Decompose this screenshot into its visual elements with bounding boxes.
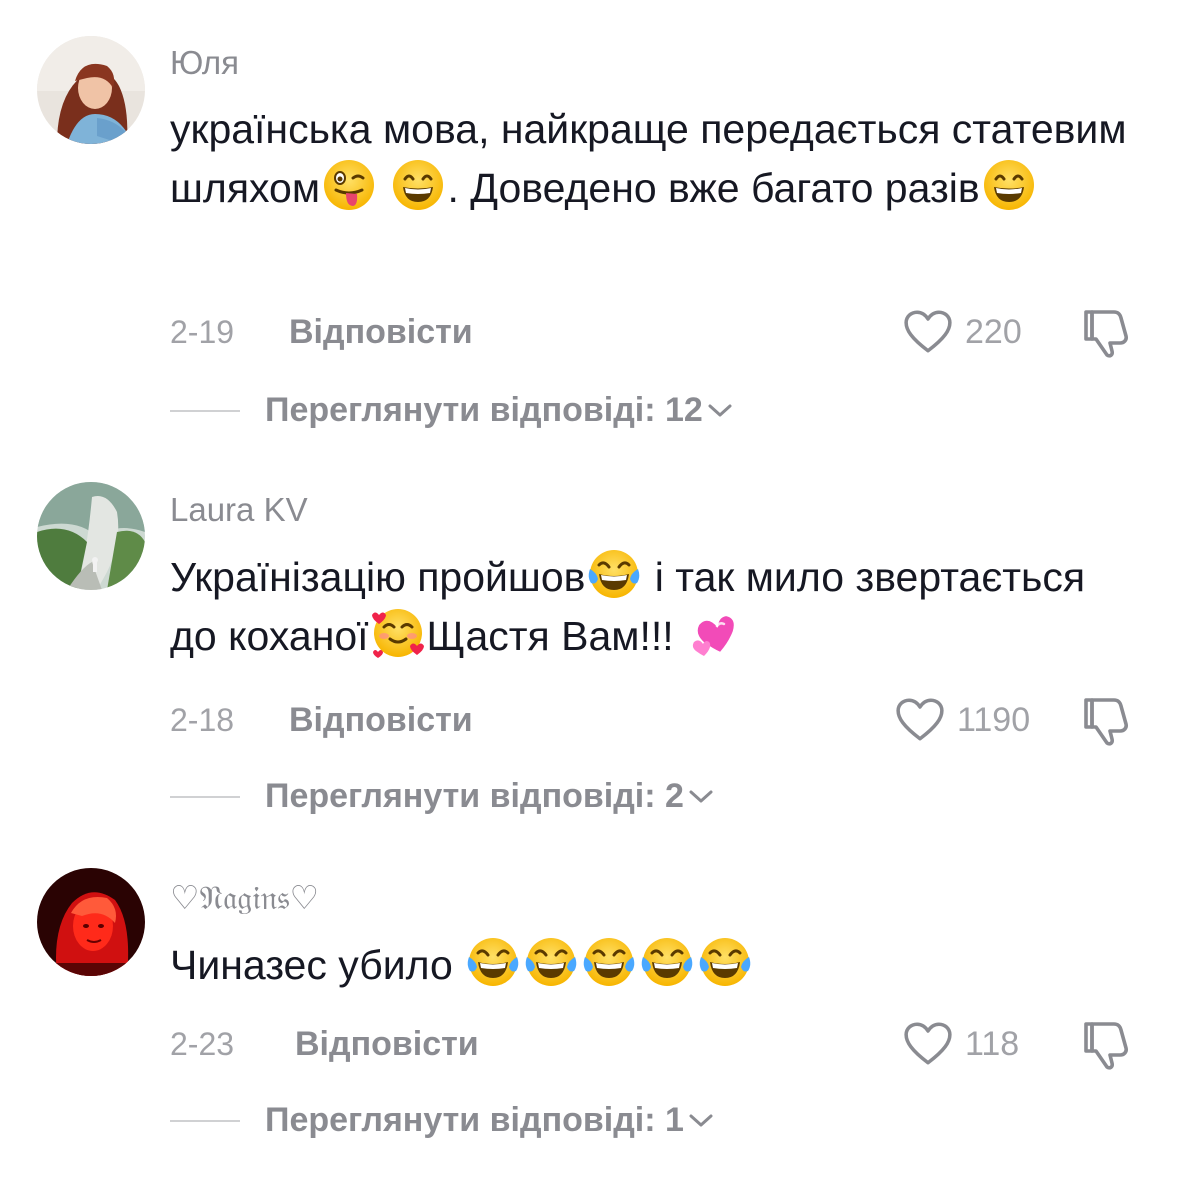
view-replies-label: Переглянути відповіді: 1 (265, 1101, 684, 1139)
tears-of-joy-emoji (587, 547, 641, 601)
heart-icon (903, 309, 953, 355)
username[interactable]: Юля (170, 43, 239, 83)
comment-item: ♡𝔑𝔞𝔤𝔦𝔫𝔰♡ Чиназес убило 2-23 Відповісти 1… (0, 840, 1179, 1184)
chevron-down-icon (708, 404, 732, 417)
thumbs-down-icon (1082, 694, 1130, 746)
avatar[interactable] (37, 36, 145, 144)
smiling-hearts-emoji (371, 606, 425, 660)
view-replies-label: Переглянути відповіді: 12 (265, 391, 703, 429)
comment-meta: 2-18 Відповісти 1190 (170, 698, 1140, 742)
avatar[interactable] (37, 482, 145, 590)
like-button[interactable]: 118 (903, 1022, 1019, 1066)
like-count: 118 (965, 1025, 1020, 1063)
comment-text-part: . Доведено вже багато разів (447, 165, 980, 211)
like-count: 220 (965, 313, 1022, 351)
comment-text: Чиназес убило (170, 935, 1130, 994)
comment-text: Українізацію пройшов і так мило звертаєт… (170, 547, 1130, 665)
divider-line (170, 796, 240, 798)
chevron-down-icon (689, 1114, 713, 1127)
comment-date: 2-23 (170, 1026, 235, 1062)
view-replies[interactable]: Переглянути відповіді: 12 (170, 388, 870, 432)
dislike-button[interactable] (1082, 694, 1130, 746)
chevron-down-icon (689, 790, 713, 803)
view-replies[interactable]: Переглянути відповіді: 1 (170, 1098, 870, 1142)
winking-tongue-emoji (322, 158, 376, 212)
thumbs-down-icon (1082, 306, 1130, 358)
tears-of-joy-emoji (698, 935, 752, 989)
comment-item: Laura KV Українізацію пройшов і так мило… (0, 440, 1179, 840)
view-replies-label: Переглянути відповіді: 2 (265, 777, 684, 815)
reply-button[interactable]: Відповісти (295, 1022, 479, 1066)
view-replies-link[interactable]: Переглянути відповіді: 2 (265, 774, 714, 818)
comment-date: 2-18 (170, 702, 235, 738)
tears-of-joy-emoji (524, 935, 578, 989)
comment-meta: 2-19 Відповісти 220 (170, 310, 1140, 354)
comment-meta: 2-23 Відповісти 118 (170, 1022, 1140, 1066)
view-replies-link[interactable]: Переглянути відповіді: 12 (265, 388, 733, 432)
divider-line (170, 1120, 240, 1122)
tears-of-joy-emoji (640, 935, 694, 989)
reply-button[interactable]: Відповісти (289, 698, 473, 742)
username[interactable]: ♡𝔑𝔞𝔤𝔦𝔫𝔰♡ (170, 878, 319, 918)
thumbs-down-icon (1082, 1018, 1130, 1070)
view-replies-link[interactable]: Переглянути відповіді: 1 (265, 1098, 714, 1142)
view-replies[interactable]: Переглянути відповіді: 2 (170, 774, 870, 818)
like-button[interactable]: 220 (903, 310, 1022, 354)
reply-button[interactable]: Відповісти (289, 310, 473, 354)
grinning-emoji (391, 158, 445, 212)
divider-line (170, 410, 240, 412)
comment-text-part: Чиназес убило (170, 942, 465, 988)
comment-text-part: Щастя Вам!!! (426, 613, 686, 659)
avatar[interactable] (37, 868, 145, 976)
heart-icon (895, 697, 945, 743)
like-count: 1190 (957, 701, 1031, 739)
comment-date: 2-19 (170, 314, 235, 350)
like-button[interactable]: 1190 (895, 698, 1030, 742)
heart-icon (903, 1021, 953, 1067)
username[interactable]: Laura KV (170, 490, 308, 530)
revolving-hearts-emoji (687, 606, 741, 660)
comment-item: Юля українська мова, найкраще передаєтьс… (0, 0, 1179, 440)
dislike-button[interactable] (1082, 306, 1130, 358)
tears-of-joy-emoji (582, 935, 636, 989)
dislike-button[interactable] (1082, 1018, 1130, 1070)
grinning-emoji (982, 158, 1036, 212)
comment-text-part: Українізацію пройшов (170, 554, 586, 600)
comment-text: українська мова, найкраще передається ст… (170, 100, 1130, 217)
tears-of-joy-emoji (466, 935, 520, 989)
